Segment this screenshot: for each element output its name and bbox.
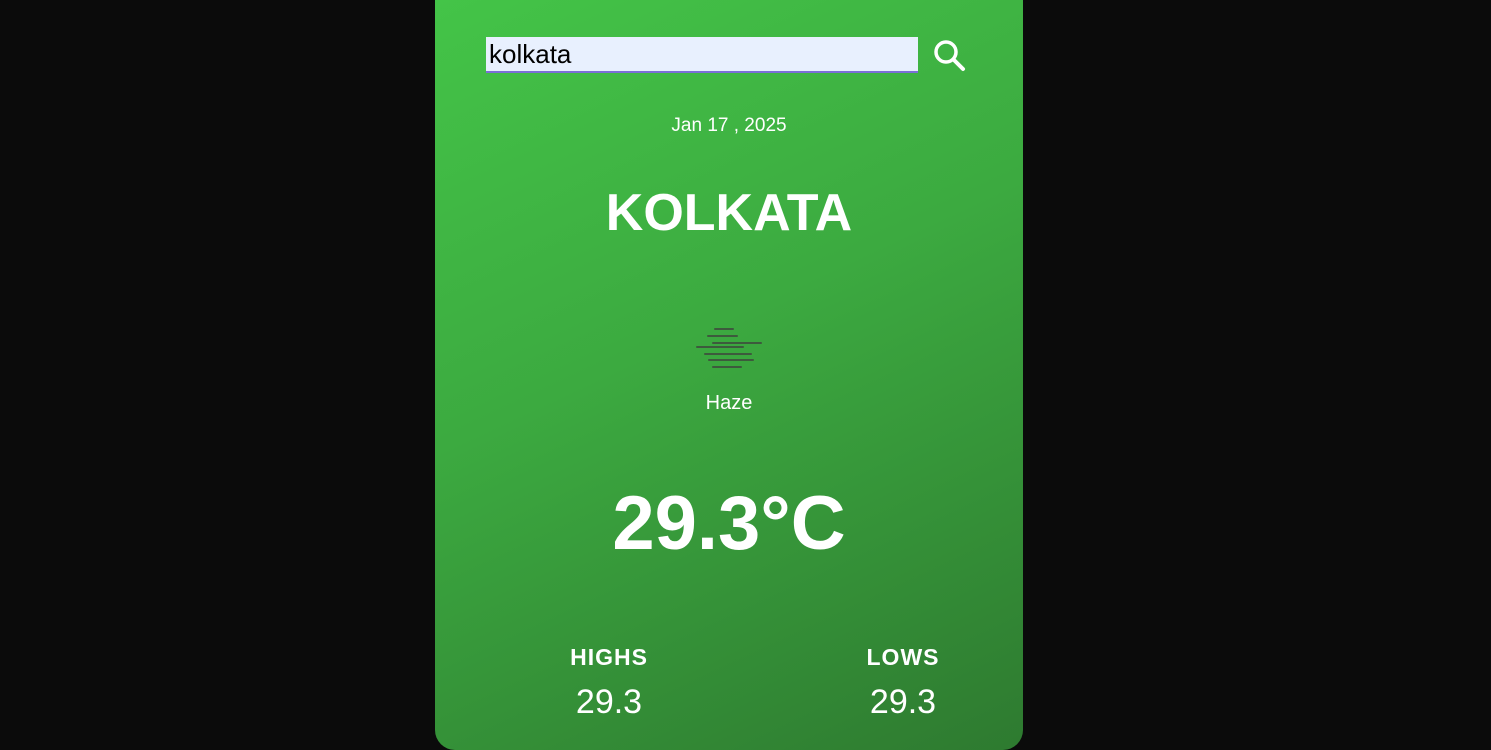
search-button[interactable] [932, 38, 966, 72]
haze-icon [696, 328, 762, 368]
city-search-input[interactable] [486, 37, 918, 73]
highs-value: 29.3 [575, 683, 643, 721]
lows-value: 29.3 [869, 683, 937, 721]
lows-label: LOWS [866, 644, 940, 670]
date-label: Jan 17 , 2025 [671, 115, 787, 136]
temperature: 29.3°C [612, 481, 846, 566]
search-icon [934, 40, 965, 71]
weather-card: Jan 17 , 2025 KOLKATA Haze 29.3°C HIGHS … [435, 0, 1023, 750]
highs-block: HIGHS 29.3 [529, 644, 689, 722]
city-name: KOLKATA [605, 184, 853, 242]
weather-condition: Haze [705, 392, 753, 414]
lows-block: LOWS 29.3 [823, 644, 983, 722]
highs-label: HIGHS [570, 644, 648, 670]
search-bar [486, 37, 966, 77]
